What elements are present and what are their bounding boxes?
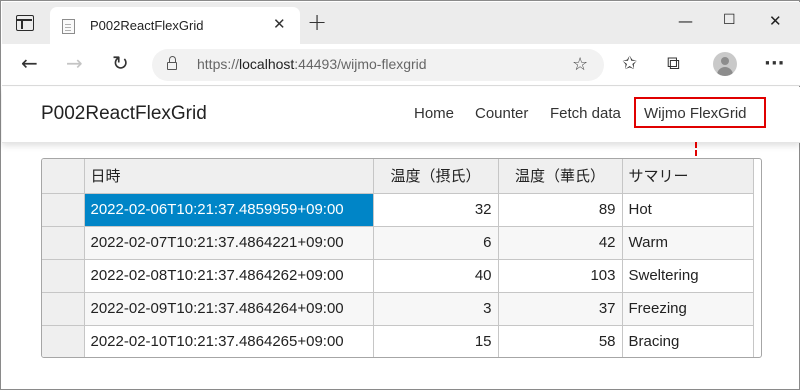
cell-datetime[interactable]: 2022-02-09T10:21:37.4864264+09:00 bbox=[84, 292, 374, 326]
grid-table: 日時 温度（摂氏） 温度（華氏） サマリー 2022-02-06T10:21:3… bbox=[42, 159, 754, 357]
cell-celsius[interactable]: 40 bbox=[373, 259, 499, 293]
browser-window: P002ReactFlexGrid ✕ + — ☐ ✕ ← → ↻ https:… bbox=[0, 0, 800, 390]
nav-fetch-data[interactable]: Fetch data bbox=[550, 105, 621, 122]
url-host: localhost bbox=[239, 56, 295, 72]
minimize-icon[interactable]: — bbox=[678, 12, 693, 30]
browser-toolbar: ← → ↻ https://localhost:44493/wijmo-flex… bbox=[2, 44, 800, 86]
cell-datetime[interactable]: 2022-02-06T10:21:37.4859959+09:00 bbox=[84, 193, 374, 227]
nav-home[interactable]: Home bbox=[414, 105, 454, 122]
browser-tab[interactable]: P002ReactFlexGrid ✕ bbox=[50, 7, 300, 45]
add-favorite-icon[interactable]: ☆ bbox=[572, 54, 588, 75]
app-navbar: P002ReactFlexGrid Home Counter Fetch dat… bbox=[2, 87, 800, 143]
flexgrid[interactable]: 日時 温度（摂氏） 温度（華氏） サマリー 2022-02-06T10:21:3… bbox=[41, 158, 762, 358]
table-row: 2022-02-07T10:21:37.4864221+09:00 6 42 W… bbox=[42, 226, 754, 260]
tab-actions-icon[interactable] bbox=[16, 15, 34, 31]
cell-datetime[interactable]: 2022-02-08T10:21:37.4864262+09:00 bbox=[84, 259, 374, 293]
table-row: 2022-02-10T10:21:37.4864265+09:00 15 58 … bbox=[42, 325, 754, 357]
close-window-icon[interactable]: ✕ bbox=[769, 12, 782, 30]
row-header[interactable] bbox=[42, 259, 85, 293]
nav-wijmo-flexgrid[interactable]: Wijmo FlexGrid bbox=[644, 105, 747, 122]
close-icon[interactable]: ✕ bbox=[273, 15, 286, 33]
url-text[interactable]: https://localhost:44493/wijmo-flexgrid bbox=[197, 56, 427, 72]
back-arrow-icon[interactable]: ← bbox=[21, 51, 38, 75]
cell-summary[interactable]: Freezing bbox=[622, 292, 754, 326]
column-header-datetime[interactable]: 日時 bbox=[84, 159, 374, 194]
refresh-icon[interactable]: ↻ bbox=[112, 51, 129, 75]
maximize-icon[interactable]: ☐ bbox=[723, 12, 736, 28]
row-header[interactable] bbox=[42, 292, 85, 326]
cell-celsius[interactable]: 15 bbox=[373, 325, 499, 357]
cell-celsius[interactable]: 6 bbox=[373, 226, 499, 260]
cell-datetime[interactable]: 2022-02-10T10:21:37.4864265+09:00 bbox=[84, 325, 374, 357]
cell-datetime[interactable]: 2022-02-07T10:21:37.4864221+09:00 bbox=[84, 226, 374, 260]
column-header-fahrenheit[interactable]: 温度（華氏） bbox=[498, 159, 623, 194]
plus-icon[interactable]: + bbox=[307, 10, 327, 34]
row-header[interactable] bbox=[42, 325, 85, 357]
cell-fahrenheit[interactable]: 42 bbox=[498, 226, 623, 260]
app-brand[interactable]: P002ReactFlexGrid bbox=[41, 103, 207, 125]
cell-summary[interactable]: Hot bbox=[622, 193, 754, 227]
cell-celsius[interactable]: 3 bbox=[373, 292, 499, 326]
row-header[interactable] bbox=[42, 226, 85, 260]
cell-fahrenheit[interactable]: 103 bbox=[498, 259, 623, 293]
forward-arrow-icon: → bbox=[66, 51, 83, 75]
top-left-cell[interactable] bbox=[42, 159, 85, 194]
page-icon bbox=[62, 19, 75, 34]
favorites-icon[interactable]: ✩ bbox=[622, 53, 637, 74]
row-header[interactable] bbox=[42, 193, 85, 227]
table-row: 2022-02-06T10:21:37.4859959+09:00 32 89 … bbox=[42, 193, 754, 227]
nav-counter[interactable]: Counter bbox=[475, 105, 528, 122]
lock-icon[interactable] bbox=[167, 56, 177, 70]
tab-title: P002ReactFlexGrid bbox=[90, 18, 204, 33]
column-header-celsius[interactable]: 温度（摂氏） bbox=[373, 159, 499, 194]
cell-fahrenheit[interactable]: 89 bbox=[498, 193, 623, 227]
more-icon[interactable]: ··· bbox=[764, 53, 785, 74]
column-header-summary[interactable]: サマリー bbox=[622, 159, 754, 194]
cell-fahrenheit[interactable]: 37 bbox=[498, 292, 623, 326]
cell-summary[interactable]: Sweltering bbox=[622, 259, 754, 293]
cell-summary[interactable]: Warm bbox=[622, 226, 754, 260]
collections-icon[interactable]: ⧉ bbox=[667, 53, 680, 74]
grid-header-row: 日時 温度（摂氏） 温度（華氏） サマリー bbox=[42, 159, 754, 194]
table-row: 2022-02-09T10:21:37.4864264+09:00 3 37 F… bbox=[42, 292, 754, 326]
url-scheme: https:// bbox=[197, 56, 240, 72]
cell-fahrenheit[interactable]: 58 bbox=[498, 325, 623, 357]
profile-icon[interactable] bbox=[713, 52, 737, 76]
table-row: 2022-02-08T10:21:37.4864262+09:00 40 103… bbox=[42, 259, 754, 293]
url-path: :44493/wijmo-flexgrid bbox=[294, 56, 427, 72]
address-bar[interactable]: https://localhost:44493/wijmo-flexgrid ☆ bbox=[152, 49, 604, 81]
cell-summary[interactable]: Bracing bbox=[622, 325, 754, 357]
tab-strip: P002ReactFlexGrid ✕ + — ☐ ✕ bbox=[2, 2, 800, 45]
cell-celsius[interactable]: 32 bbox=[373, 193, 499, 227]
